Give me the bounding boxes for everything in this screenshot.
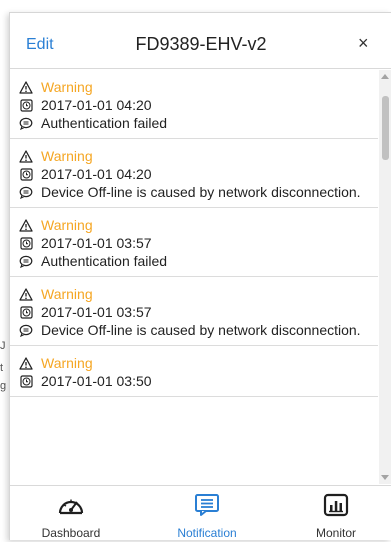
message-icon [19, 252, 33, 270]
bottom-tab-bar: Dashboard Notification Monitor [10, 485, 391, 541]
tab-monitor-label: Monitor [315, 526, 356, 540]
clock-icon [19, 303, 33, 321]
notification-message: Authentication failed [41, 115, 168, 131]
tab-notification[interactable]: Notification [152, 486, 262, 542]
notification-item[interactable]: Warning 2017-01-01 03:57 Authentication … [10, 208, 378, 277]
clock-icon [19, 234, 33, 252]
notification-message: Device Off-line is caused by network dis… [41, 184, 361, 200]
message-icon [19, 114, 33, 132]
tab-dashboard[interactable]: Dashboard [16, 486, 126, 542]
notification-message-row: Authentication failed [19, 114, 374, 132]
tab-dashboard-label: Dashboard [41, 526, 101, 540]
notification-time-row: 2017-01-01 03:50 [19, 372, 374, 390]
notification-message-row: Authentication failed [19, 252, 374, 270]
notification-level-row: Warning [19, 354, 374, 372]
background-text-fragment: t [0, 362, 4, 374]
notification-item[interactable]: Warning 2017-01-01 04:20 Device Off-line… [10, 139, 378, 208]
scroll-down-arrow-icon[interactable] [381, 475, 389, 480]
scrollbar-thumb[interactable] [382, 96, 389, 160]
warning-icon [19, 354, 33, 372]
notification-item[interactable]: Warning 2017-01-01 04:20 Authentication … [10, 70, 378, 139]
warning-icon [19, 285, 33, 303]
notification-item[interactable]: Warning 2017-01-01 03:50 [10, 346, 378, 397]
notification-level-row: Warning [19, 285, 374, 303]
notification-panel: Edit FD9389-EHV-v2 × Warning 2017-01-01 … [9, 12, 391, 540]
notification-level-row: Warning [19, 216, 374, 234]
notification-time-row: 2017-01-01 04:20 [19, 96, 374, 114]
scroll-up-arrow-icon[interactable] [381, 74, 389, 79]
message-list-icon [152, 493, 262, 519]
background-text-fragment: J [0, 340, 6, 352]
notification-message: Authentication failed [41, 253, 168, 269]
scrollbar[interactable] [379, 70, 391, 484]
notification-time: 2017-01-01 03:50 [41, 373, 152, 389]
notification-level: Warning [41, 217, 93, 233]
clock-icon [19, 165, 33, 183]
clock-icon [19, 372, 33, 390]
tab-notification-label: Notification [177, 526, 237, 540]
notification-level: Warning [41, 148, 93, 164]
device-title: FD9389-EHV-v2 [135, 34, 267, 54]
notification-list: Warning 2017-01-01 04:20 Authentication … [10, 70, 378, 484]
notification-time: 2017-01-01 03:57 [41, 304, 152, 320]
notification-time: 2017-01-01 03:57 [41, 235, 152, 251]
tab-monitor[interactable]: Monitor [281, 486, 391, 542]
notification-item[interactable]: Warning 2017-01-01 03:57 Device Off-line… [10, 277, 378, 346]
notification-level: Warning [41, 355, 93, 371]
notification-message-row: Device Off-line is caused by network dis… [19, 321, 374, 339]
warning-icon [19, 216, 33, 234]
message-icon [19, 321, 33, 339]
notification-level: Warning [41, 79, 93, 95]
gauge-icon [16, 493, 126, 519]
notification-level: Warning [41, 286, 93, 302]
notification-time-row: 2017-01-01 03:57 [19, 234, 374, 252]
panel-header: Edit FD9389-EHV-v2 × [10, 13, 391, 69]
notification-message-row: Device Off-line is caused by network dis… [19, 183, 374, 201]
message-icon [19, 183, 33, 201]
notification-time-row: 2017-01-01 04:20 [19, 165, 374, 183]
notification-level-row: Warning [19, 147, 374, 165]
notification-time: 2017-01-01 04:20 [41, 97, 152, 113]
warning-icon [19, 147, 33, 165]
close-icon[interactable]: × [358, 33, 369, 53]
bar-chart-icon [281, 493, 391, 519]
warning-icon [19, 78, 33, 96]
notification-level-row: Warning [19, 78, 374, 96]
notification-time: 2017-01-01 04:20 [41, 166, 152, 182]
clock-icon [19, 96, 33, 114]
notification-message: Device Off-line is caused by network dis… [41, 322, 361, 338]
background-text-fragment: g [0, 380, 7, 392]
notification-time-row: 2017-01-01 03:57 [19, 303, 374, 321]
